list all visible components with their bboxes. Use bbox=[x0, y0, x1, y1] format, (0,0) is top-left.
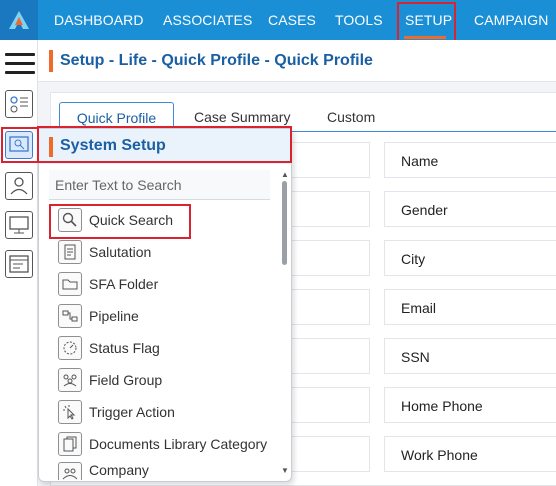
page-title: Setup - Life - Quick Profile - Quick Pro… bbox=[60, 52, 373, 69]
sidebar-highlight-box bbox=[1, 127, 39, 163]
menu-item-label: Salutation bbox=[89, 244, 152, 260]
nav-associates[interactable]: ASSOCIATES bbox=[163, 0, 252, 40]
field-gender[interactable]: Gender bbox=[384, 191, 556, 227]
panel-highlight-box bbox=[37, 126, 292, 163]
menu-item-salutation[interactable]: Salutation bbox=[58, 239, 278, 265]
menu-item-documents-library-category[interactable]: Documents Library Category bbox=[58, 431, 278, 457]
menu-item-label: Field Group bbox=[89, 372, 163, 388]
nav-campaign[interactable]: CAMPAIGN bbox=[474, 0, 548, 40]
pointer-click-icon bbox=[58, 400, 82, 424]
menu-item-label: Pipeline bbox=[89, 308, 139, 324]
menu-item-sfa-folder[interactable]: SFA Folder bbox=[58, 271, 278, 297]
field-checkbox-cell[interactable] bbox=[290, 289, 370, 325]
field-home-phone[interactable]: Home Phone bbox=[384, 387, 556, 423]
search-input[interactable] bbox=[49, 170, 270, 200]
nav-tools[interactable]: TOOLS bbox=[335, 0, 383, 40]
scroll-up-arrow-icon[interactable]: ▲ bbox=[281, 170, 289, 179]
scrollbar-thumb[interactable] bbox=[282, 181, 287, 265]
company-icon bbox=[58, 462, 82, 480]
menu-item-label: Trigger Action bbox=[89, 404, 175, 420]
field-ssn[interactable]: SSN bbox=[384, 338, 556, 374]
field-checkbox-cell[interactable] bbox=[290, 338, 370, 374]
quick-search-highlight-box bbox=[49, 204, 191, 239]
menu-item-label: SFA Folder bbox=[89, 276, 159, 292]
field-name[interactable]: Name bbox=[384, 142, 556, 178]
field-checkbox-cell[interactable] bbox=[290, 240, 370, 276]
group-icon bbox=[58, 368, 82, 392]
sidebar-monitor-icon[interactable] bbox=[5, 211, 33, 239]
nav-dashboard[interactable]: DASHBOARD bbox=[54, 0, 144, 40]
field-work-phone[interactable]: Work Phone bbox=[384, 436, 556, 472]
menu-item-field-group[interactable]: Field Group bbox=[58, 367, 278, 393]
status-circle-icon bbox=[58, 336, 82, 360]
field-checkbox-cell[interactable] bbox=[290, 142, 370, 178]
sidebar-user-icon[interactable] bbox=[5, 172, 33, 200]
field-email[interactable]: Email bbox=[384, 289, 556, 325]
scroll-down-arrow-icon[interactable]: ▼ bbox=[281, 466, 289, 475]
documents-icon bbox=[58, 432, 82, 456]
logo-icon bbox=[9, 11, 29, 29]
field-city[interactable]: City bbox=[384, 240, 556, 276]
folder-icon bbox=[58, 272, 82, 296]
sidebar-window-list-icon[interactable] bbox=[5, 250, 33, 278]
menu-item-trigger-action[interactable]: Trigger Action bbox=[58, 399, 278, 425]
menu-item-status-flag[interactable]: Status Flag bbox=[58, 335, 278, 361]
tab-custom[interactable]: Custom bbox=[327, 102, 375, 132]
document-icon bbox=[58, 240, 82, 264]
menu-item-label: Documents Library Category bbox=[89, 436, 268, 452]
nav-cases[interactable]: CASES bbox=[268, 0, 316, 40]
menu-item-label: Company bbox=[89, 462, 149, 478]
menu-item-pipeline[interactable]: Pipeline bbox=[58, 303, 278, 329]
top-nav: DASHBOARD ASSOCIATES CASES TOOLS SETUP C… bbox=[0, 0, 556, 40]
hamburger-menu-icon[interactable] bbox=[5, 53, 35, 75]
menu-item-company[interactable]: Company bbox=[58, 462, 278, 480]
pipeline-icon bbox=[58, 304, 82, 328]
sidebar-profile-settings-icon[interactable] bbox=[5, 90, 33, 118]
field-checkbox-cell[interactable] bbox=[290, 191, 370, 227]
app-logo[interactable] bbox=[0, 0, 38, 40]
menu-item-label: Status Flag bbox=[89, 340, 160, 356]
breadcrumb-accent bbox=[49, 50, 53, 72]
field-checkbox-cell[interactable] bbox=[290, 387, 370, 423]
field-checkbox-cell[interactable] bbox=[290, 436, 370, 472]
